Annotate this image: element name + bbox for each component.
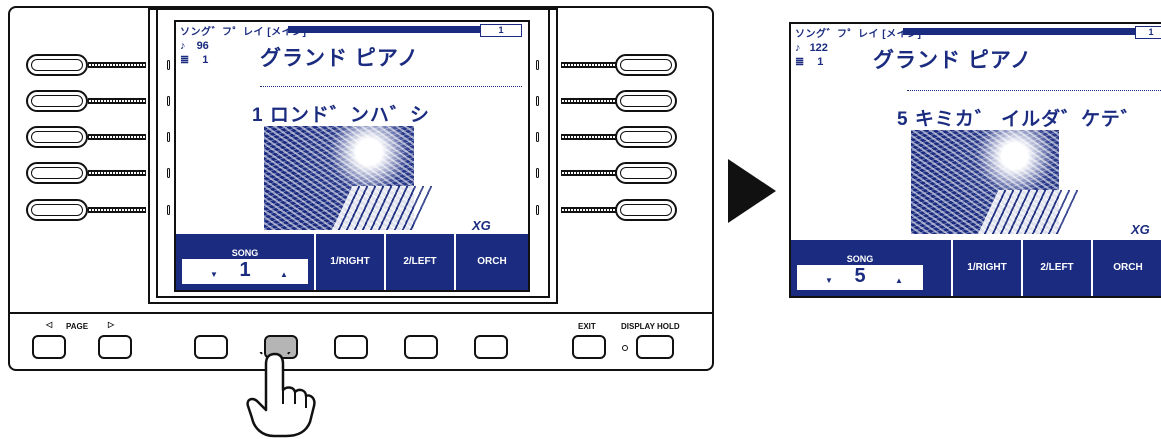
right-button-1-lead (561, 62, 617, 68)
softkey-bar: SONG ▼ 1 ▲ 1/RIGHT 2/LEFT ORCH (176, 234, 528, 290)
bezel-mark (536, 60, 539, 70)
result-voice-name: グランド ピアノ (873, 49, 1032, 72)
result-tempo-value: 122 (809, 42, 828, 54)
right-button-3[interactable] (615, 126, 677, 148)
panel-button-5[interactable] (474, 335, 508, 359)
result-softkey-bar: SONG ▼ 5 ▲ 1/RIGHT 2/LEFT ORCH (791, 240, 1161, 296)
song-artwork (264, 126, 435, 230)
metronome-icon: ♪ (795, 42, 801, 54)
left-button-4-lead (88, 170, 146, 176)
page-right-icon: ▷ (108, 320, 115, 329)
softkey-1-right[interactable]: 1/RIGHT (314, 234, 384, 290)
lcd-screen: ソング゛フ゜レイ [メイン] 1 ♪ 96 ≣ 1 グランド ピアノ 1 ロンド… (174, 20, 530, 292)
voice-name: グランド ピアノ (260, 47, 419, 70)
left-button-1[interactable] (26, 54, 88, 76)
bezel-mark (536, 205, 539, 215)
result-song-selector[interactable]: SONG ▼ 5 ▲ (795, 252, 925, 292)
separator (260, 86, 522, 87)
bezel-mark (536, 168, 539, 178)
result-measure-row: ≣ 1 (795, 55, 823, 68)
xg-logo: XG (472, 218, 491, 233)
result-page-indicator: 1 (1135, 26, 1161, 39)
exit-label: EXIT (578, 322, 596, 331)
page-left-button[interactable] (32, 335, 66, 359)
bezel-mark (167, 168, 170, 178)
page-left-icon: ◁ (46, 320, 53, 329)
right-button-5[interactable] (615, 199, 677, 221)
panel-button-1[interactable] (194, 335, 228, 359)
result-song-title: 5 キミカ゛ イルダ゛ケテ゛ (897, 109, 1141, 130)
tempo-value: 96 (196, 40, 209, 52)
tempo-row: ♪ 96 (180, 40, 209, 52)
right-button-4-lead (561, 170, 617, 176)
bezel-mark (167, 132, 170, 142)
pointing-hand-icon (246, 352, 316, 438)
result-title-stripe (903, 28, 1141, 35)
result-song-number: 5 (854, 265, 866, 287)
result-measure-value: 1 (817, 56, 824, 68)
measure-value: 1 (202, 54, 209, 66)
bezel-mark (536, 132, 539, 142)
result-softkey-orch[interactable]: ORCH (1091, 240, 1161, 296)
measure-icon: ≣ (795, 56, 805, 68)
result-softkey-1-right[interactable]: 1/RIGHT (951, 240, 1021, 296)
next-step-arrow-icon (728, 159, 776, 223)
title-stripe (288, 26, 484, 33)
right-button-4[interactable] (615, 162, 677, 184)
metronome-icon: ♪ (180, 40, 186, 52)
right-button-1[interactable] (615, 54, 677, 76)
result-song-artwork (911, 130, 1080, 234)
right-button-5-lead (561, 207, 617, 213)
bezel-mark (536, 96, 539, 106)
bezel-mark (167, 60, 170, 70)
result-lcd-screen: ソング゛フ゜レイ [メイン] 1 ♪ 122 ≣ 1 グランド ピアノ 5 キミ… (789, 22, 1161, 298)
screen-titlebar: ソング゛フ゜レイ [メイン] 1 (176, 22, 528, 38)
display-hold-button[interactable] (636, 335, 674, 359)
bezel-mark (167, 205, 170, 215)
softkey-2-left[interactable]: 2/LEFT (384, 234, 454, 290)
left-button-1-lead (88, 62, 146, 68)
arrow-up-icon[interactable]: ▲ (280, 270, 288, 279)
left-button-4[interactable] (26, 162, 88, 184)
page-indicator-number: 1 (498, 25, 504, 35)
song-selector[interactable]: SONG ▼ 1 ▲ (180, 246, 310, 286)
panel-button-4[interactable] (404, 335, 438, 359)
measure-row: ≣ 1 (180, 53, 208, 66)
result-separator (907, 90, 1161, 91)
song-number: 1 (239, 259, 251, 281)
song-title: 1 ロンド゛ンハ゛シ (252, 105, 430, 126)
softkey-orch[interactable]: ORCH (454, 234, 528, 290)
left-button-3-lead (88, 134, 146, 140)
left-button-2[interactable] (26, 90, 88, 112)
bezel-mark (167, 96, 170, 106)
left-button-2-lead (88, 98, 146, 104)
arrow-up-icon[interactable]: ▲ (895, 276, 903, 285)
result-page-indicator-number: 1 (1148, 27, 1154, 37)
result-softkey-2-left[interactable]: 2/LEFT (1021, 240, 1091, 296)
right-button-3-lead (561, 134, 617, 140)
left-button-3[interactable] (26, 126, 88, 148)
display-hold-led (622, 345, 628, 351)
measure-icon: ≣ (180, 54, 190, 66)
left-button-5-lead (88, 207, 146, 213)
page-label: PAGE (66, 322, 89, 331)
right-button-2-lead (561, 98, 617, 104)
page-indicator: 1 (480, 24, 522, 37)
result-tempo-row: ♪ 122 (795, 42, 828, 54)
left-button-5[interactable] (26, 199, 88, 221)
panel-divider (8, 312, 714, 314)
result-song-label: SONG (797, 254, 923, 265)
display-hold-label: DISPLAY HOLD (621, 322, 680, 331)
result-titlebar: ソング゛フ゜レイ [メイン] 1 (791, 24, 1161, 40)
panel-button-3[interactable] (334, 335, 368, 359)
result-xg-logo: XG (1131, 222, 1150, 237)
song-label: SONG (182, 248, 308, 259)
page-right-button[interactable] (98, 335, 132, 359)
exit-button[interactable] (572, 335, 606, 359)
right-button-2[interactable] (615, 90, 677, 112)
